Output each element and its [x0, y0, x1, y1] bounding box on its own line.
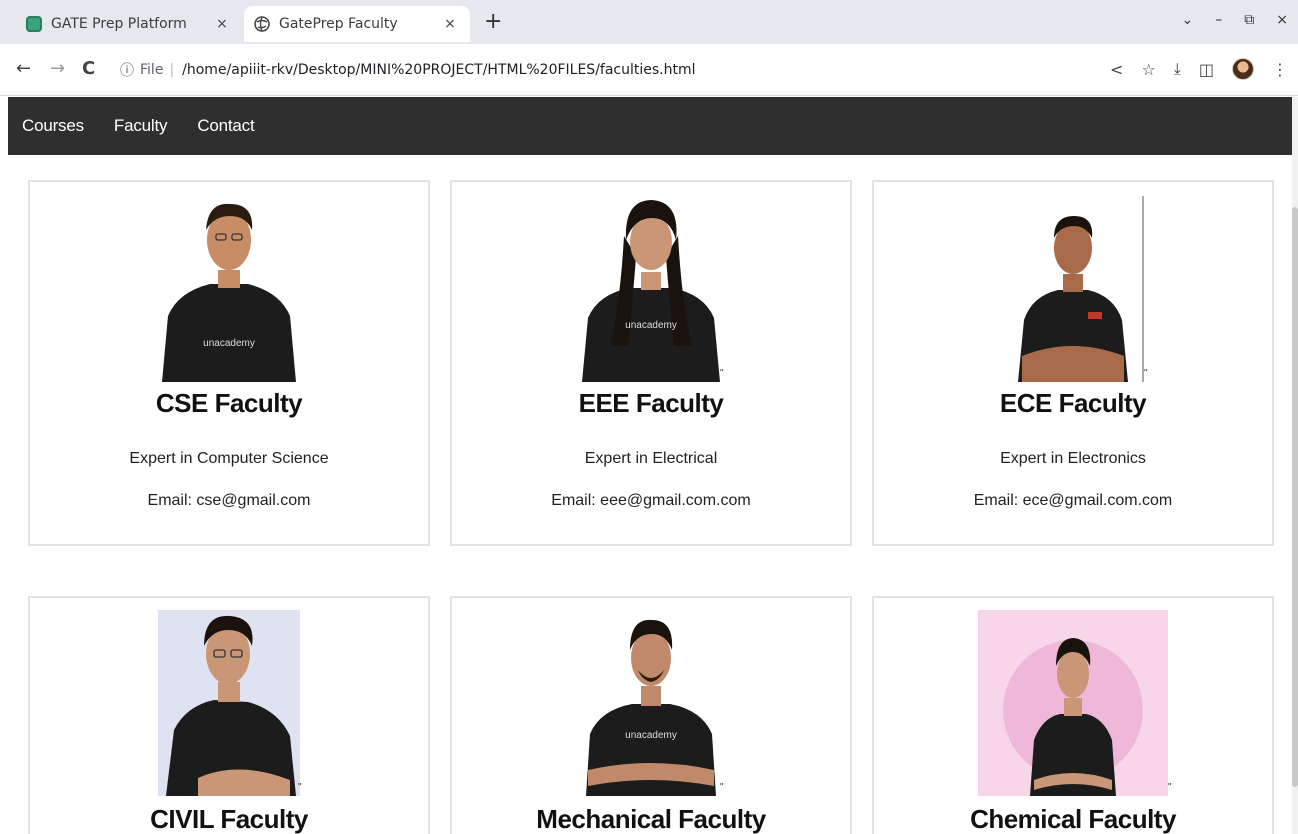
faculty-photo — [978, 610, 1168, 796]
url-separator: | — [169, 62, 175, 78]
site-navbar: Courses Faculty Contact — [8, 97, 1292, 155]
browser-menu-icon[interactable]: ⋮ — [1272, 60, 1288, 79]
toolbar-right-icons: < ☆ ⤓ ◫ ⋮ — [1110, 58, 1288, 80]
url-scheme-label: File — [140, 62, 164, 78]
faculty-title: EEE Faculty — [578, 388, 724, 418]
shirt-logo-text: unacademy — [203, 338, 255, 349]
faculty-email: Email: ece@gmail.com.com — [973, 492, 1173, 509]
faculty-card-cse: unacademy CSE Faculty Expert in Computer… — [28, 180, 430, 546]
faculty-photo — [158, 610, 300, 796]
tab-gateprep-faculty[interactable]: GatePrep Faculty × — [244, 6, 470, 42]
faculty-card-eee: unacademy " EEE Faculty Expert in Electr… — [450, 180, 852, 546]
nav-link-contact[interactable]: Contact — [197, 116, 254, 136]
faculty-email: Email: eee@gmail.com.com — [551, 492, 751, 509]
nav-link-courses[interactable]: Courses — [22, 116, 84, 136]
profile-avatar[interactable] — [1232, 58, 1254, 80]
scrollbar-thumb[interactable] — [1292, 207, 1298, 787]
stray-quote-mark: " — [298, 782, 302, 793]
download-icon[interactable]: ⤓ — [1174, 59, 1181, 79]
browser-tab-strip: GATE Prep Platform × GatePrep Faculty × … — [0, 0, 1298, 44]
faculty-card-ece: " ECE Faculty Expert in Electronics Emai… — [872, 180, 1274, 546]
forward-arrow-icon[interactable]: → — [50, 58, 65, 80]
close-window-icon[interactable]: × — [1276, 12, 1288, 28]
bookmark-star-icon[interactable]: ☆ — [1141, 60, 1155, 79]
faculty-card-chemical: " Chemical Faculty — [872, 596, 1274, 834]
faculty-title: Chemical Faculty — [970, 804, 1176, 834]
faculty-description: Expert in Computer Science — [129, 450, 329, 467]
side-panel-icon[interactable]: ◫ — [1199, 60, 1214, 79]
stray-quote-mark: " — [1144, 368, 1148, 379]
faculty-title: ECE Faculty — [999, 388, 1147, 418]
minimize-icon[interactable]: – — [1215, 12, 1222, 28]
window-controls: ⌄ – ⧉ × — [1182, 12, 1288, 28]
new-tab-button[interactable]: + — [484, 10, 502, 34]
faculty-photo: unacademy — [580, 196, 722, 382]
tab-title: GatePrep Faculty — [279, 16, 398, 32]
faculty-card-mechanical: unacademy " Mechanical Faculty — [450, 596, 852, 834]
faculty-title: CIVIL Faculty — [150, 804, 308, 834]
faculty-title: CSE Faculty — [155, 388, 303, 418]
globe-icon — [254, 16, 270, 32]
shirt-logo-text: unacademy — [625, 320, 677, 331]
stray-quote-mark: " — [720, 782, 724, 793]
faculty-photo — [1002, 196, 1144, 382]
address-bar[interactable]: ⓘ File | /home/apiiit-rkv/Desktop/MINI%2… — [108, 52, 1108, 88]
faculty-description: Expert in Electrical — [584, 450, 718, 467]
faculty-title: Mechanical Faculty — [536, 804, 766, 834]
tab-gate-prep-platform[interactable]: GATE Prep Platform × — [12, 6, 242, 42]
reload-icon[interactable]: C — [82, 58, 95, 80]
browser-toolbar: ← → C ⓘ File | /home/apiiit-rkv/Desktop/… — [0, 44, 1298, 96]
faculty-photo: unacademy — [158, 196, 300, 382]
faculty-photo: unacademy — [580, 610, 722, 796]
stray-quote-mark: " — [720, 368, 724, 379]
page-scrollbar[interactable] — [1292, 97, 1298, 834]
faculty-card-civil: " CIVIL Faculty — [28, 596, 430, 834]
tab-title: GATE Prep Platform — [51, 16, 187, 32]
site-info-icon[interactable]: ⓘ — [120, 60, 134, 80]
tab-close-icon[interactable]: × — [438, 16, 462, 32]
url-text[interactable]: /home/apiiit-rkv/Desktop/MINI%20PROJECT/… — [182, 62, 695, 78]
tab-close-icon[interactable]: × — [210, 16, 234, 32]
faculty-email: Email: cse@gmail.com — [147, 492, 311, 509]
nav-link-faculty[interactable]: Faculty — [114, 116, 168, 136]
restore-icon[interactable]: ⧉ — [1244, 12, 1254, 28]
shirt-logo-text: unacademy — [625, 730, 677, 741]
back-arrow-icon[interactable]: ← — [16, 58, 31, 80]
faculty-description: Expert in Electronics — [1000, 450, 1146, 467]
share-icon[interactable]: < — [1110, 60, 1123, 79]
gate-prep-favicon-icon — [26, 16, 42, 32]
stray-quote-mark: " — [1168, 782, 1172, 793]
tab-search-icon[interactable]: ⌄ — [1182, 12, 1194, 28]
